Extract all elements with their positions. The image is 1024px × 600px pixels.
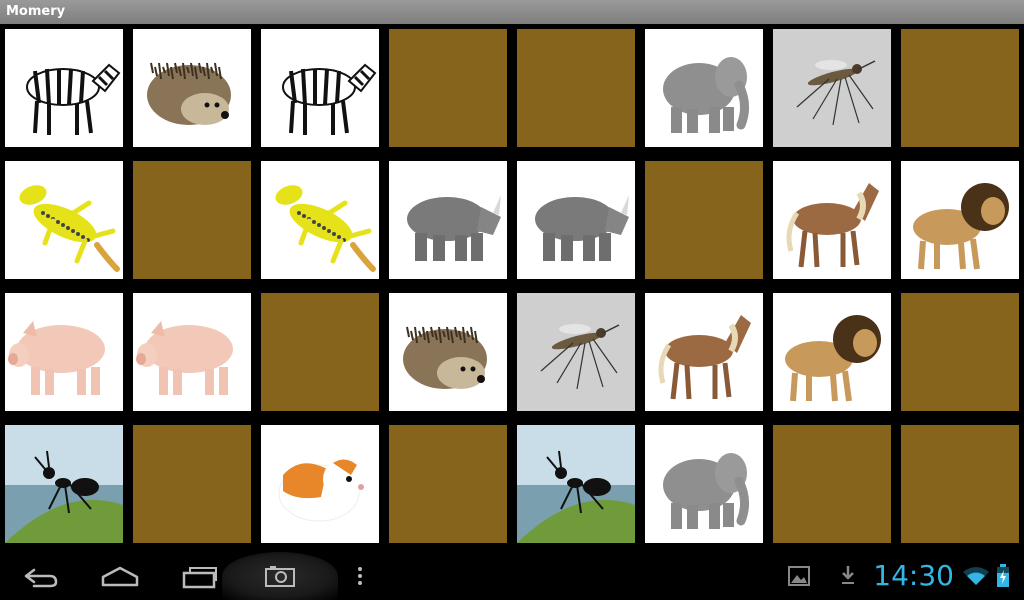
memory-card-hidden[interactable] <box>389 425 507 543</box>
memory-card-guinea-pig[interactable] <box>261 425 379 543</box>
memory-card-elephant[interactable] <box>645 425 763 543</box>
memory-card-hidden[interactable] <box>389 29 507 147</box>
memory-card-rhino[interactable] <box>389 161 507 279</box>
battery-icon <box>997 564 1009 587</box>
memory-card-hidden[interactable] <box>645 161 763 279</box>
memory-card-hidden[interactable] <box>133 425 251 543</box>
status-clock: 14:30 <box>873 559 954 592</box>
memory-card-lion[interactable] <box>901 161 1019 279</box>
memory-card-gecko[interactable] <box>5 161 123 279</box>
home-icon <box>101 566 139 587</box>
memory-card-zebra[interactable] <box>5 29 123 147</box>
guinea-pig-icon <box>278 459 364 522</box>
memory-card-pig[interactable] <box>5 293 123 411</box>
elephant-icon <box>663 57 749 133</box>
memory-card-horse[interactable] <box>645 293 763 411</box>
pig-icon <box>136 321 233 395</box>
gallery-icon <box>788 566 810 586</box>
memory-card-pig[interactable] <box>133 293 251 411</box>
memory-card-hidden[interactable] <box>901 29 1019 147</box>
zebra-icon <box>26 63 121 135</box>
memory-card-hidden[interactable] <box>517 29 635 147</box>
memory-card-rhino[interactable] <box>517 161 635 279</box>
horse-icon <box>786 183 879 268</box>
wifi-icon <box>963 567 989 585</box>
horse-icon <box>658 315 751 400</box>
hedgehog-icon <box>147 62 231 125</box>
recent-apps-button[interactable] <box>170 552 230 600</box>
menu-icon <box>358 567 362 585</box>
memory-card-mosquito[interactable] <box>773 29 891 147</box>
pig-icon <box>8 321 105 395</box>
memory-card-hedgehog[interactable] <box>389 293 507 411</box>
screenshot-icon <box>265 566 295 587</box>
hedgehog-icon <box>403 326 487 389</box>
zebra-icon <box>282 63 377 135</box>
memory-board <box>0 24 1024 552</box>
system-navigation-bar: 14:30 <box>0 552 1024 600</box>
memory-card-hidden[interactable] <box>773 425 891 543</box>
memory-card-hidden[interactable] <box>133 161 251 279</box>
ant-icon <box>5 425 123 543</box>
memory-card-gecko[interactable] <box>261 161 379 279</box>
overflow-menu-button[interactable] <box>340 552 380 600</box>
memory-card-mosquito[interactable] <box>517 293 635 411</box>
memory-card-lion[interactable] <box>773 293 891 411</box>
back-icon <box>24 568 58 588</box>
memory-card-hidden[interactable] <box>901 425 1019 543</box>
lion-icon <box>913 183 1009 270</box>
home-button[interactable] <box>90 552 150 600</box>
gecko-icon <box>275 185 376 272</box>
memory-card-ant[interactable] <box>5 425 123 543</box>
memory-card-horse[interactable] <box>773 161 891 279</box>
elephant-icon <box>663 453 749 529</box>
app-title-bar: Momery <box>0 0 1024 24</box>
gecko-icon <box>19 185 120 272</box>
memory-card-zebra[interactable] <box>261 29 379 147</box>
memory-card-ant[interactable] <box>517 425 635 543</box>
screenshot-button[interactable] <box>222 552 338 600</box>
app-title: Momery <box>6 4 66 19</box>
recent-apps-icon <box>182 567 217 589</box>
memory-card-hidden[interactable] <box>261 293 379 411</box>
mosquito-icon <box>773 29 891 147</box>
rhino-icon <box>535 195 629 261</box>
back-button[interactable] <box>10 552 70 600</box>
mosquito-icon <box>517 293 635 411</box>
memory-card-elephant[interactable] <box>645 29 763 147</box>
memory-card-hedgehog[interactable] <box>133 29 251 147</box>
memory-card-hidden[interactable] <box>901 293 1019 411</box>
ant-icon <box>517 425 635 543</box>
download-icon <box>842 566 854 584</box>
rhino-icon <box>407 195 501 261</box>
lion-icon <box>785 315 881 402</box>
